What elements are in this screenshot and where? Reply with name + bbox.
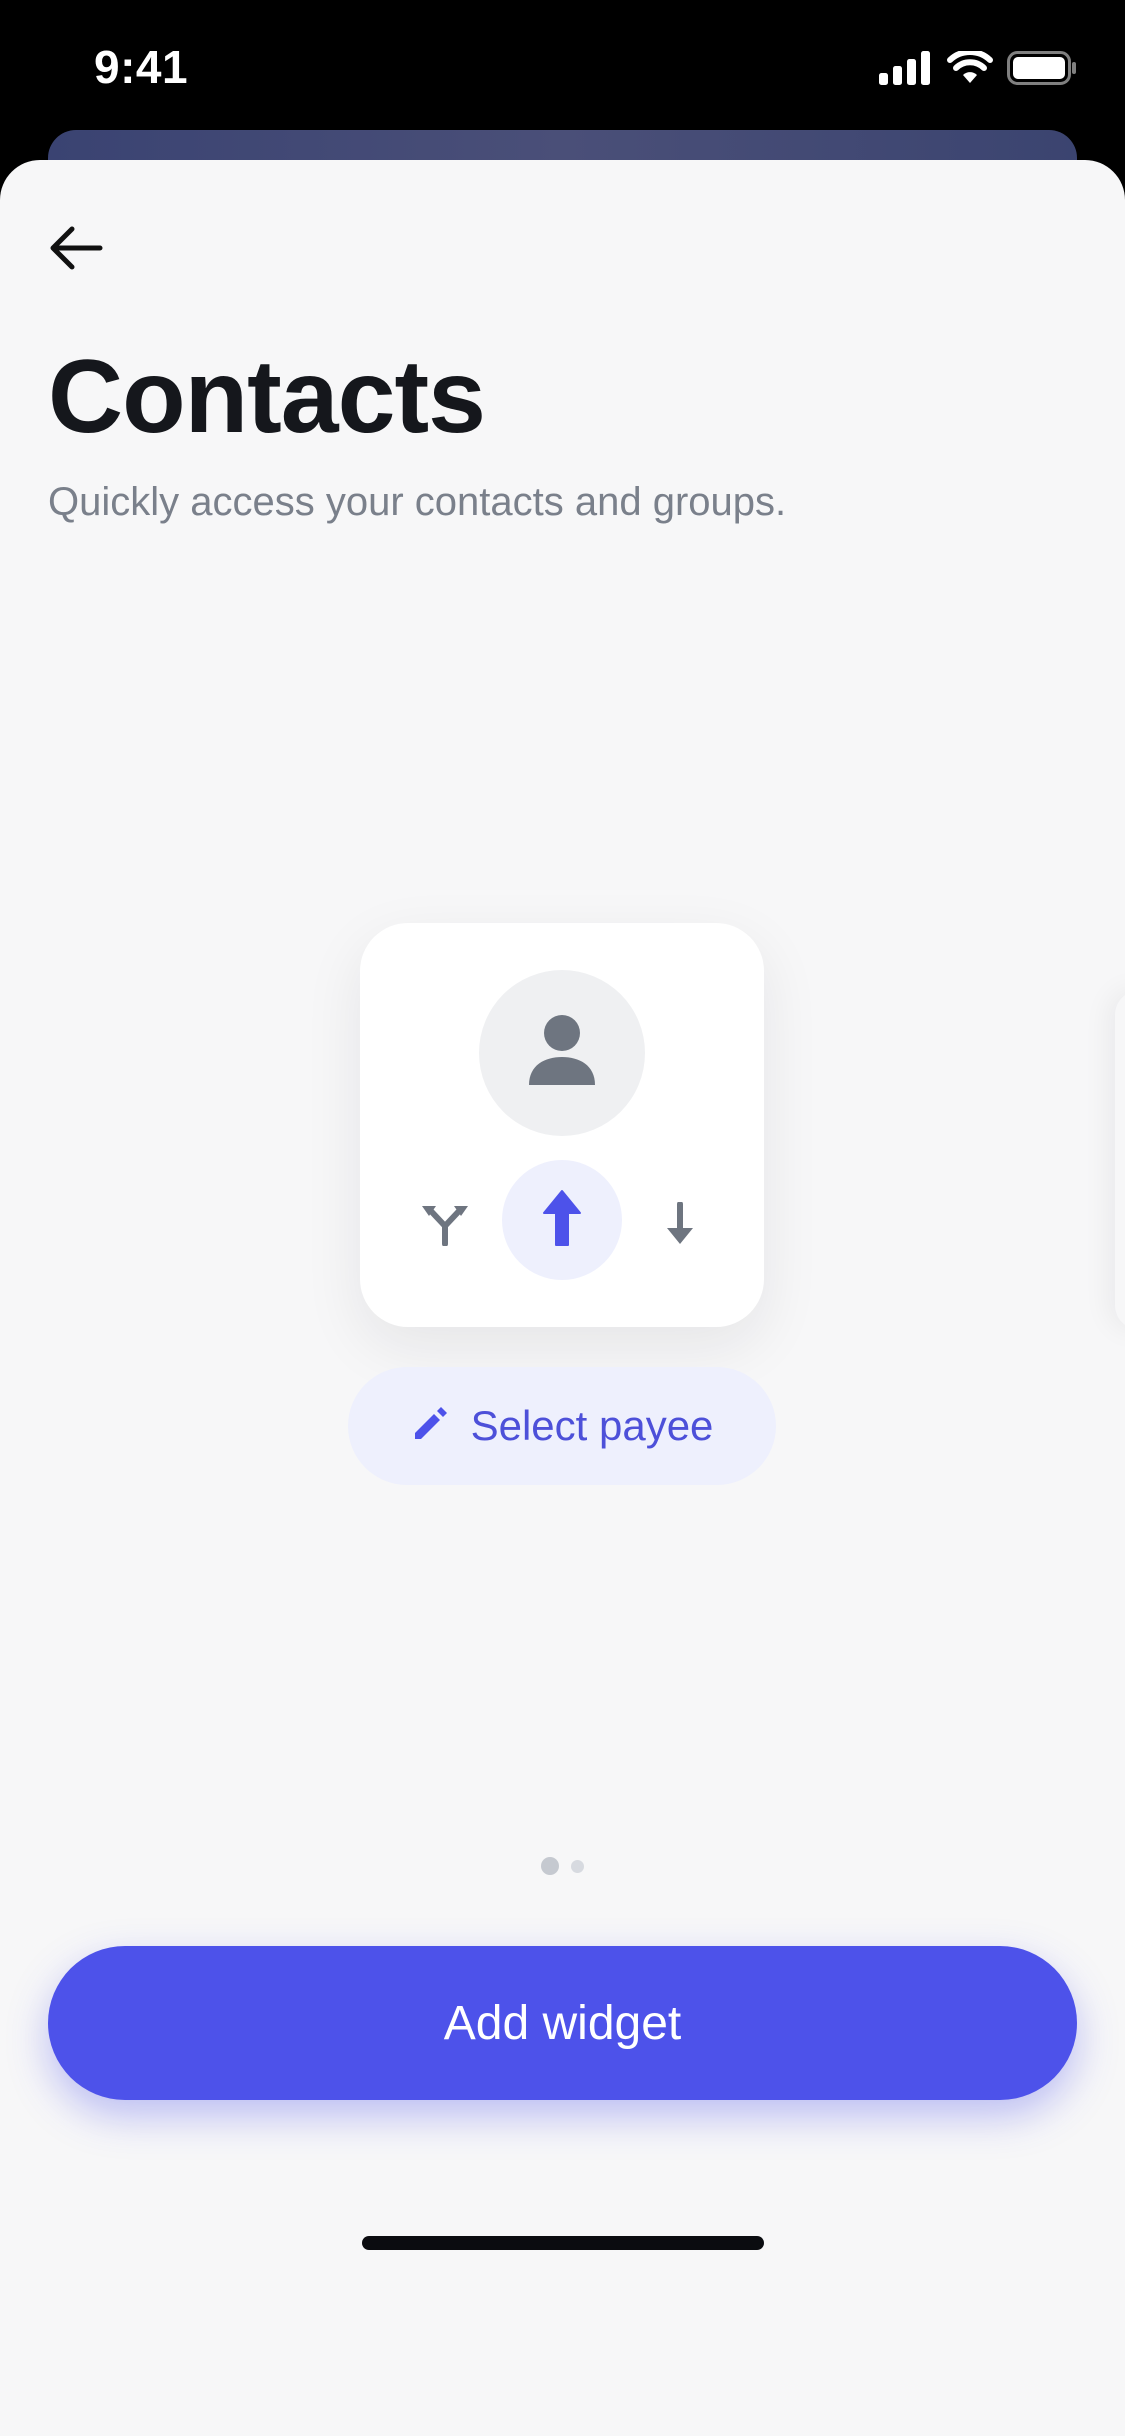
select-payee-label: Select payee: [470, 1402, 714, 1449]
page-dot-active[interactable]: [541, 1857, 559, 1875]
arrow-down-icon: [665, 1200, 695, 1251]
action-row: [360, 1160, 764, 1280]
select-payee-button[interactable]: Select payee: [348, 1367, 776, 1485]
cellular-signal-icon: [879, 50, 933, 90]
screen: 9:41 Contacts Quickly access your contac…: [0, 0, 1125, 2436]
split-action[interactable]: [415, 1196, 475, 1256]
status-time: 9:41: [94, 41, 189, 93]
add-widget-label: Add widget: [443, 1996, 682, 2050]
send-action[interactable]: [502, 1160, 622, 1280]
arrow-left-icon: [48, 224, 104, 277]
back-button[interactable]: [40, 214, 112, 286]
battery-icon: [1007, 50, 1077, 90]
person-icon: [527, 1013, 597, 1094]
contacts-widget-preview[interactable]: [360, 923, 764, 1327]
page-indicator: [0, 1857, 1125, 1875]
page-subtitle: Quickly access your contacts and groups.: [48, 480, 787, 524]
arrow-up-icon: [542, 1189, 582, 1252]
pencil-icon: [411, 1405, 449, 1448]
status-bar: 9:41: [0, 0, 1125, 135]
avatar: [479, 970, 645, 1136]
add-widget-button[interactable]: Add widget: [48, 1946, 1077, 2100]
page-dot-inactive[interactable]: [571, 1859, 584, 1873]
widget-sheet: Contacts Quickly access your contacts an…: [0, 160, 1125, 2436]
home-indicator[interactable]: [362, 2236, 764, 2250]
wifi-icon: [947, 48, 993, 90]
split-icon: [420, 1202, 470, 1251]
page-title: Contacts: [48, 339, 486, 455]
receive-action[interactable]: [650, 1196, 710, 1256]
next-widget-peek[interactable]: [1115, 990, 1125, 1330]
status-icons: [879, 48, 1077, 90]
